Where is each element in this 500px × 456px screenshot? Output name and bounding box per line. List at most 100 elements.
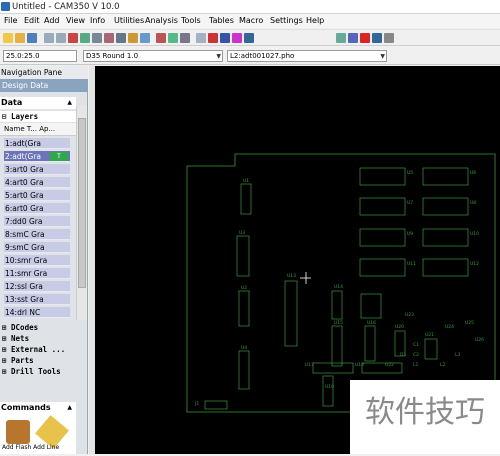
refdes-label: U5 [407,170,413,176]
properties-icon[interactable] [384,33,394,43]
refdes-label: D1 [400,352,406,358]
layer-row[interactable]: 11:smr Gra [4,268,70,279]
zoom-out-icon[interactable] [104,33,114,43]
layer-row[interactable]: 9:smC Gra [4,242,70,253]
refdes-label: U14 [334,284,343,290]
layer-row[interactable]: 13:sst Gra [4,294,70,305]
open-icon[interactable] [15,33,25,43]
tree-external[interactable]: ⊞ External ... [2,345,65,354]
navigation-pane: Navigation Pane Design Data Data ▲ ⊟ Laye… [0,66,88,454]
refdes-label: U9 [407,231,413,237]
undo-icon[interactable] [44,33,54,43]
refdes-label: U21 [425,332,434,338]
layer-row[interactable]: 3:art0 Gra [4,164,70,175]
combo-bar: 25.0:25.0 D35 Round 1.0 ▼ L2:adt001027.ph… [0,47,500,65]
watermark-text: 软件技巧 [350,380,500,454]
delete-icon[interactable] [360,33,370,43]
menu-add[interactable]: Add [44,16,60,25]
app-icon [1,2,10,11]
copy-icon[interactable] [348,33,358,43]
refdes-label: U16 [367,320,376,326]
refdes-label: L1 [413,362,419,368]
layer-row[interactable]: 12:ssl Gra [4,281,70,292]
cross-icon[interactable] [336,33,346,43]
redraw-icon[interactable] [68,33,78,43]
layer-combo[interactable]: L2:adt001027.pho ▼ [227,50,387,62]
refdes-label: U20 [395,324,404,330]
scrollbar-thumb[interactable] [78,118,86,288]
menu-info[interactable]: Info [90,16,105,25]
new-icon[interactable] [3,33,13,43]
grid-icon[interactable] [208,33,218,43]
zoom-all-icon[interactable] [140,33,150,43]
layer-row[interactable]: 14:drl NC [4,307,70,318]
refdes-label: U7 [407,200,413,206]
menu-help[interactable]: Help [306,16,324,25]
pan-icon[interactable] [128,33,138,43]
collapse-icon[interactable]: ▲ [67,402,72,414]
refdes-label: C1 [413,342,419,348]
refdes-label: U1 [243,178,249,184]
menu-settings[interactable]: Settings [270,16,303,25]
tree-dcodes[interactable]: ⊞ DCodes [2,323,38,332]
layer-tag: T [50,152,68,161]
refdes-label: U23 [405,312,414,318]
design-data-tab[interactable]: Design Data [0,79,88,92]
mode-select-icon[interactable] [196,33,206,43]
snap-icon[interactable] [156,33,166,43]
refdes-label: U17 [305,362,314,368]
palette-icon[interactable] [232,33,242,43]
window-title: Untitled - CAM350 V 10.0 [12,2,120,12]
menu-tools[interactable]: Tools [181,16,201,25]
zoom-icon[interactable] [80,33,90,43]
layer-row[interactable]: 10:smr Gra [4,255,70,266]
refdes-label: J1 [194,401,199,407]
cursor-crosshair [300,272,311,284]
menu-tables[interactable]: Tables [209,16,234,25]
refdes-label: U11 [407,261,416,267]
collapse-icon[interactable]: ▲ [67,97,72,109]
refdes-label: U25 [465,320,474,326]
display-icon[interactable] [244,33,254,43]
layer-icon[interactable] [168,33,178,43]
zoom-window-icon[interactable] [116,33,126,43]
refdes-label: C2 [413,352,419,358]
layer-row[interactable]: 1:adt(Gra [4,138,70,149]
menu-file[interactable]: File [4,16,17,25]
layer-row[interactable]: 6:art0 Gra [4,203,70,214]
menu-edit[interactable]: Edit [24,16,40,25]
color-icon[interactable] [220,33,230,43]
save-icon[interactable] [27,33,37,43]
menu-utilities[interactable]: Utilities [114,16,144,25]
menu-macro[interactable]: Macro [239,16,263,25]
menu-bar: File Edit Add View Info Utilities Analys… [0,14,500,28]
menu-analysis[interactable]: Analysis [145,16,178,25]
zoom-in-icon[interactable] [92,33,102,43]
layer-row[interactable]: 7:dd0 Gra [4,216,70,227]
refdes-label: U24 [445,324,454,330]
tree-parts[interactable]: ⊞ Parts [2,356,34,365]
chevron-down-icon: ▼ [216,53,221,60]
menu-view[interactable]: View [66,16,85,25]
commands-header[interactable]: Commands ▲ [0,402,76,414]
move-icon[interactable] [372,33,382,43]
redo-icon[interactable] [56,33,66,43]
refdes-label: L2 [440,362,446,368]
command-labels: Add Flash Add Line [2,444,60,451]
layers-scrollbar[interactable] [76,106,87,320]
tree-drill-tools[interactable]: ⊞ Drill Tools [2,367,61,376]
tree-nets[interactable]: ⊞ Nets [2,334,29,343]
data-section-header[interactable]: Data ▲ [0,97,76,109]
layer-row[interactable]: 5:art0 Gra [4,190,70,201]
layers-node[interactable]: ⊟ Layers [0,111,76,122]
add-flash-icon[interactable] [6,420,30,444]
zoom-combo[interactable]: 25.0:25.0 [3,50,77,62]
dcode-combo[interactable]: D35 Round 1.0 ▼ [83,50,223,62]
layer-row[interactable]: 8:smC Gra [4,229,70,240]
chevron-down-icon: ▼ [380,53,385,60]
drc-icon[interactable] [180,33,190,43]
layer-row[interactable]: 4:art0 Gra [4,177,70,188]
layer-row-selected[interactable]: 2:adt(Gra T [4,151,70,162]
refdes-label: U10 [470,231,479,237]
minus-icon: ⊟ [2,112,12,121]
